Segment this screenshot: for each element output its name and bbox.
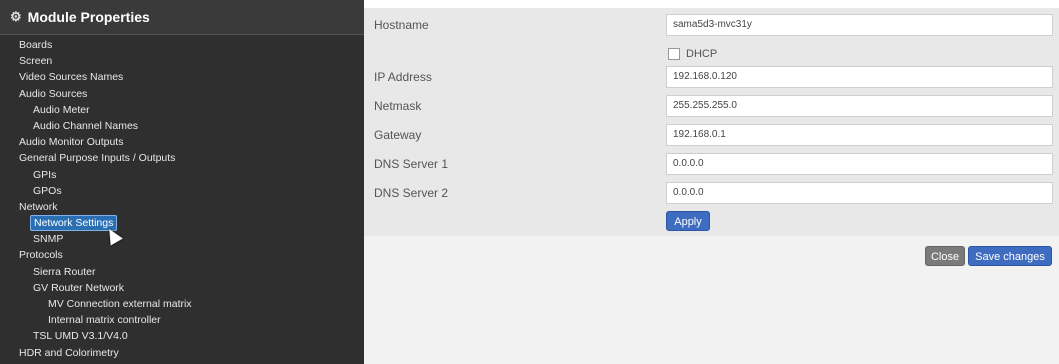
sidebar-item-label: GPOs bbox=[33, 184, 62, 197]
sidebar-item-label: MV Connection external matrix bbox=[48, 298, 192, 310]
main-content: Hostname sama5d3-mvc31y DHCP IP Address … bbox=[364, 8, 1059, 364]
hostname-row: Hostname sama5d3-mvc31y bbox=[364, 14, 1059, 38]
sidebar-item-audio-meter[interactable]: Audio Meter bbox=[0, 102, 364, 118]
sidebar-item-boards[interactable]: Boards bbox=[0, 37, 364, 53]
apply-button[interactable]: Apply bbox=[666, 211, 710, 231]
close-button[interactable]: Close bbox=[925, 246, 965, 266]
dns2-input[interactable]: 0.0.0.0 bbox=[666, 182, 1053, 204]
sidebar-header: ⚙ Module Properties bbox=[0, 0, 364, 35]
network-settings-form: Hostname sama5d3-mvc31y DHCP IP Address … bbox=[364, 8, 1059, 236]
ip-address-input[interactable]: 192.168.0.120 bbox=[666, 66, 1053, 88]
hostname-label: Hostname bbox=[374, 18, 429, 32]
sidebar-item-label: Screen bbox=[19, 55, 53, 68]
sidebar-item-network-settings[interactable]: Network Settings bbox=[0, 215, 364, 232]
ip-address-label: IP Address bbox=[374, 70, 432, 84]
sidebar-item-general-purpose-inputs-outputs[interactable]: General Purpose Inputs / Outputs bbox=[0, 150, 364, 166]
sidebar-item-label: SNMP bbox=[33, 233, 64, 246]
sidebar-item-label: Protocols bbox=[19, 249, 63, 262]
dns1-label: DNS Server 1 bbox=[374, 157, 449, 171]
gateway-input[interactable]: 192.168.0.1 bbox=[666, 124, 1053, 146]
sidebar-item-audio-monitor-outputs[interactable]: Audio Monitor Outputs bbox=[0, 134, 364, 150]
dns1-row: DNS Server 1 0.0.0.0 bbox=[364, 153, 1059, 177]
sidebar-item-video-sources-names[interactable]: Video Sources Names bbox=[0, 69, 364, 85]
sidebar-item-label: Audio Sources bbox=[19, 87, 88, 100]
sidebar-item-hdr-and-colorimetry[interactable]: HDR and Colorimetry bbox=[0, 345, 364, 361]
sidebar-item-screen[interactable]: Screen bbox=[0, 53, 364, 69]
sidebar-item-label: TSL UMD V3.1/V4.0 bbox=[33, 330, 128, 343]
ip-address-row: IP Address 192.168.0.120 bbox=[364, 66, 1059, 90]
sidebar-item-protocols[interactable]: Protocols bbox=[0, 247, 364, 263]
sidebar-item-label: Internal matrix controller bbox=[48, 314, 161, 327]
sidebar-item-audio-sources[interactable]: Audio Sources bbox=[0, 86, 364, 102]
sidebar-item-label: Audio Monitor Outputs bbox=[19, 136, 124, 149]
sidebar-item-label: Network Settings bbox=[30, 215, 118, 232]
sidebar-item-gpos[interactable]: GPOs bbox=[0, 183, 364, 199]
netmask-label: Netmask bbox=[374, 99, 422, 113]
properties-tree: Boards Screen Video Sources Names Audio Sou… bbox=[0, 35, 364, 361]
top-strip bbox=[364, 0, 1059, 8]
netmask-row: Netmask 255.255.255.0 bbox=[364, 95, 1059, 119]
sidebar-item-label: Video Sources Names bbox=[19, 71, 124, 84]
gateway-row: Gateway 192.168.0.1 bbox=[364, 124, 1059, 148]
sidebar-item-label: GPIs bbox=[33, 168, 57, 181]
sidebar-item-label: Boards bbox=[19, 39, 53, 51]
gears-icon: ⚙ bbox=[10, 9, 22, 24]
netmask-input[interactable]: 255.255.255.0 bbox=[666, 95, 1053, 117]
dhcp-checkbox-group[interactable]: DHCP bbox=[668, 48, 717, 60]
sidebar-item-label: Network bbox=[19, 200, 58, 213]
sidebar-item-audio-channel-names[interactable]: Audio Channel Names bbox=[0, 118, 364, 134]
dhcp-checkbox[interactable] bbox=[668, 48, 680, 60]
hostname-input[interactable]: sama5d3-mvc31y bbox=[666, 14, 1053, 36]
dhcp-label: DHCP bbox=[686, 48, 718, 60]
sidebar-item-sierra-router[interactable]: Sierra Router bbox=[0, 264, 364, 280]
sidebar-item-internal-matrix-controller[interactable]: Internal matrix controller bbox=[0, 312, 364, 328]
sidebar-item-label: HDR and Colorimetry bbox=[19, 346, 119, 359]
sidebar-item-snmp[interactable]: SNMP bbox=[0, 231, 364, 247]
save-changes-button[interactable]: Save changes bbox=[968, 246, 1052, 266]
sidebar-item-label: General Purpose Inputs / Outputs bbox=[19, 152, 176, 165]
sidebar-item-label: GV Router Network bbox=[33, 281, 125, 294]
dns2-row: DNS Server 2 0.0.0.0 bbox=[364, 182, 1059, 206]
sidebar-item-gv-router-network[interactable]: GV Router Network bbox=[0, 280, 364, 296]
sidebar-item-gpis[interactable]: GPIs bbox=[0, 167, 364, 183]
dns2-label: DNS Server 2 bbox=[374, 186, 449, 200]
gateway-label: Gateway bbox=[374, 128, 422, 142]
sidebar-item-mv-connection-external-matrix[interactable]: MV Connection external matrix bbox=[0, 296, 364, 312]
sidebar-item-tsl-umd-v3-1-v4-0[interactable]: TSL UMD V3.1/V4.0 bbox=[0, 328, 364, 344]
dns1-input[interactable]: 0.0.0.0 bbox=[666, 153, 1053, 175]
sidebar-item-label: Sierra Router bbox=[33, 265, 96, 278]
sidebar-item-label: Audio Channel Names bbox=[33, 119, 139, 132]
sidebar: ⚙ Module Properties Boards Screen Video So… bbox=[0, 0, 364, 364]
sidebar-item-network[interactable]: Network bbox=[0, 199, 364, 215]
sidebar-item-label: Audio Meter bbox=[33, 103, 90, 116]
sidebar-title: Module Properties bbox=[27, 9, 150, 25]
